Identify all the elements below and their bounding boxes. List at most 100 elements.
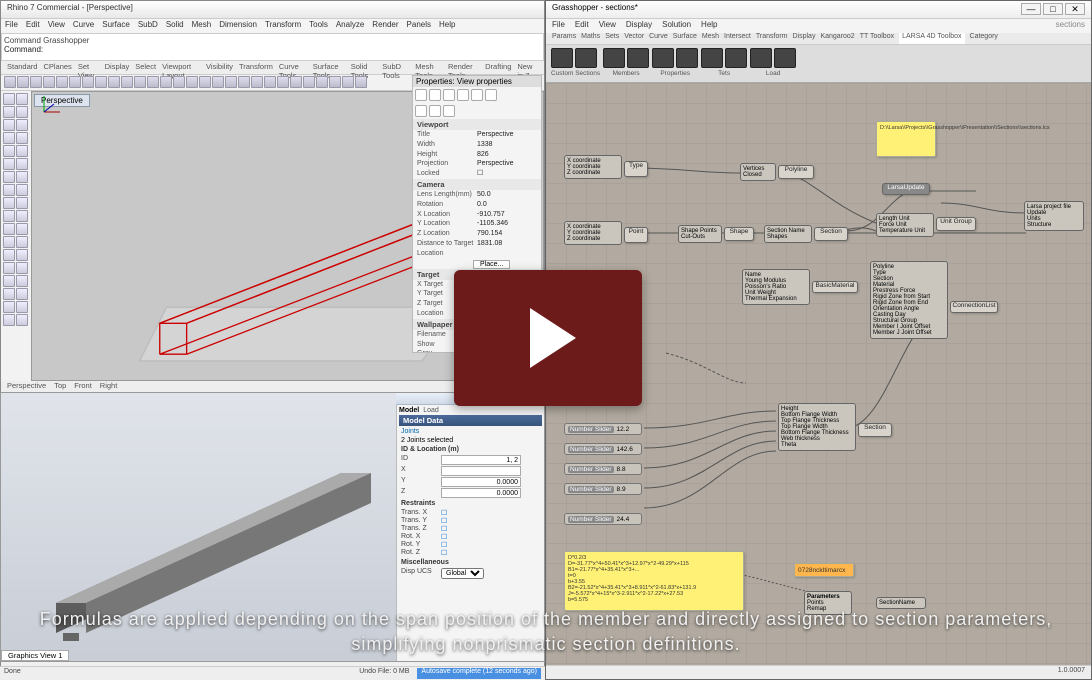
point-icon[interactable]: Type xyxy=(624,161,648,177)
prop-row[interactable]: Z Location790.154 xyxy=(413,229,541,239)
place-button[interactable]: Place... xyxy=(473,260,510,269)
ribbon-tile[interactable] xyxy=(750,48,772,68)
ribbon-tab-intersect[interactable]: Intersect xyxy=(724,33,751,44)
ribbon-tile[interactable] xyxy=(652,48,674,68)
ribbon-tab-mesh[interactable]: Mesh xyxy=(702,33,719,44)
larsa-view-tab[interactable]: Graphics View 1 xyxy=(1,650,69,661)
prop-row[interactable]: Width1338 xyxy=(413,140,541,150)
tool-tab[interactable]: Standard xyxy=(7,62,37,73)
section-def-inputs[interactable]: Height Bottom Flange Width Top Flange Th… xyxy=(778,403,856,451)
tool-icon[interactable] xyxy=(16,184,28,196)
tool-icon[interactable] xyxy=(16,93,28,105)
prop-row[interactable]: Y Location-1105.346 xyxy=(413,219,541,229)
ribbon-tab-curve[interactable]: Curve xyxy=(649,33,668,44)
tool-icon[interactable] xyxy=(16,236,28,248)
prop-icon[interactable] xyxy=(429,89,441,101)
menu-curve[interactable]: Curve xyxy=(73,20,94,32)
menu-render[interactable]: Render xyxy=(372,20,398,32)
menu-mesh[interactable]: Mesh xyxy=(192,20,212,32)
id-field[interactable] xyxy=(441,455,521,465)
prop-row[interactable]: Location xyxy=(413,249,541,259)
toolbar-icon[interactable] xyxy=(199,76,211,88)
parameters-component[interactable]: Parameters Points Remap xyxy=(804,591,852,615)
model-tab[interactable]: Model xyxy=(399,407,419,414)
maximize-button[interactable]: □ xyxy=(1043,3,1063,15)
ribbon-tab-kangaroo2[interactable]: Kangaroo2 xyxy=(820,33,854,44)
toolbar-icon[interactable] xyxy=(329,76,341,88)
restraint-checkbox[interactable] xyxy=(441,509,449,517)
gh-menu-help[interactable]: Help xyxy=(701,20,717,32)
prop-icon[interactable] xyxy=(429,105,441,117)
prop-icon[interactable] xyxy=(485,89,497,101)
tool-tab[interactable]: Mesh Tools xyxy=(415,62,442,73)
toolbar-icon[interactable] xyxy=(56,76,68,88)
larsa-update-component[interactable]: LarsaUpdate xyxy=(882,183,930,195)
number-slider[interactable]: Number Slider24.4 xyxy=(564,513,642,525)
prop-icon[interactable] xyxy=(415,105,427,117)
ribbon-tab-params[interactable]: Params xyxy=(552,33,576,44)
tool-icon[interactable] xyxy=(3,301,15,313)
menu-file[interactable]: File xyxy=(5,20,18,32)
toolbar-icon[interactable] xyxy=(160,76,172,88)
tool-tab[interactable]: New in 7 xyxy=(517,62,538,73)
z-field[interactable] xyxy=(441,488,521,498)
toolbar-icon[interactable] xyxy=(342,76,354,88)
minimize-button[interactable]: — xyxy=(1021,3,1041,15)
shape-component[interactable]: Shape xyxy=(724,227,754,241)
tool-icon[interactable] xyxy=(3,210,15,222)
tool-tab[interactable]: Viewport Layout xyxy=(162,62,200,73)
tool-icon[interactable] xyxy=(16,119,28,131)
tool-icon[interactable] xyxy=(3,314,15,326)
unit-group-component[interactable]: Unit Group xyxy=(936,217,976,231)
toolbar-icon[interactable] xyxy=(30,76,42,88)
prop-row[interactable]: X Location-910.757 xyxy=(413,210,541,220)
ribbon-tab-maths[interactable]: Maths xyxy=(581,33,600,44)
prop-icon[interactable] xyxy=(471,89,483,101)
menu-subd[interactable]: SubD xyxy=(138,20,158,32)
tool-icon[interactable] xyxy=(16,197,28,209)
tool-icon[interactable] xyxy=(16,158,28,170)
ribbon-tab-display[interactable]: Display xyxy=(793,33,816,44)
prop-row[interactable]: ProjectionPerspective xyxy=(413,159,541,169)
connection-inputs[interactable]: Polyline Type Section Material Prestress… xyxy=(870,261,948,339)
tool-icon[interactable] xyxy=(16,145,28,157)
tool-tab[interactable]: Transform xyxy=(239,62,273,73)
menu-edit[interactable]: Edit xyxy=(26,20,40,32)
formula-panel[interactable]: D*0.2/3 D=-31.77*x^4+50.41*x^3+12.97*x^2… xyxy=(564,551,744,611)
tool-icon[interactable] xyxy=(3,119,15,131)
ribbon-tile[interactable] xyxy=(627,48,649,68)
toolbar-icon[interactable] xyxy=(147,76,159,88)
ribbon-tile[interactable] xyxy=(575,48,597,68)
prop-row[interactable]: Locked☐ xyxy=(413,169,541,179)
menu-help[interactable]: Help xyxy=(439,20,455,32)
toolbar-icon[interactable] xyxy=(4,76,16,88)
ribbon-tab-vector[interactable]: Vector xyxy=(624,33,644,44)
gh-doc-selector[interactable]: sections xyxy=(1056,20,1085,32)
close-button[interactable]: ✕ xyxy=(1065,3,1085,15)
toolbar-icon[interactable] xyxy=(95,76,107,88)
tool-icon[interactable] xyxy=(3,132,15,144)
ribbon-tab-surface[interactable]: Surface xyxy=(673,33,697,44)
ribbon-tile[interactable] xyxy=(701,48,723,68)
connectionlist-output[interactable]: ConnectionList xyxy=(950,301,998,313)
tool-icon[interactable] xyxy=(16,210,28,222)
rhino-command-area[interactable]: Command Grasshopper Command: xyxy=(1,33,544,61)
prop-row[interactable]: Lens Length(mm)50.0 xyxy=(413,190,541,200)
tool-icon[interactable] xyxy=(3,288,15,300)
restraint-checkbox[interactable] xyxy=(441,541,449,549)
tool-tab[interactable]: Set View xyxy=(78,62,99,73)
play-button[interactable] xyxy=(454,270,642,406)
orange-panel[interactable]: 0728nckItimarcx xyxy=(794,563,854,577)
prop-row[interactable]: Distance to Target1831.08 xyxy=(413,239,541,249)
menu-panels[interactable]: Panels xyxy=(407,20,431,32)
number-slider[interactable]: Number Slider8.9 xyxy=(564,483,642,495)
tool-icon[interactable] xyxy=(16,314,28,326)
restraint-checkbox[interactable] xyxy=(441,533,449,541)
tool-icon[interactable] xyxy=(16,223,28,235)
menu-view[interactable]: View xyxy=(48,20,65,32)
basic-material-component[interactable]: BasicMaterial xyxy=(812,281,858,293)
tool-icon[interactable] xyxy=(16,301,28,313)
toolbar-icon[interactable] xyxy=(238,76,250,88)
prop-icon[interactable] xyxy=(443,89,455,101)
ribbon-tile[interactable] xyxy=(603,48,625,68)
